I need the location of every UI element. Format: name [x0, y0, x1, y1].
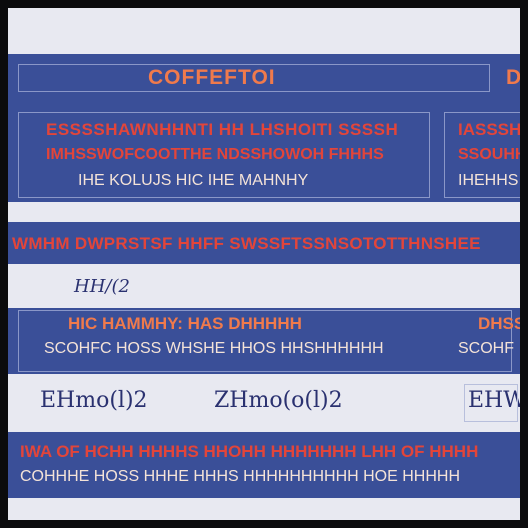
block3-band: IWA OF HCHH HHHHS HHOHH HHHHHHH LHH OF H… — [8, 432, 520, 498]
formula-2: ZHmo(o(l)2 — [214, 388, 343, 413]
formula-1: EHmo(l)2 — [40, 388, 148, 413]
block1-right-line1: IASSSHH — [458, 120, 520, 139]
red-strip-band: WMHM DWPRSTSF HHFF SWSSFTSSNSOTOTTHNSHEE — [8, 222, 520, 264]
block2-line2: SCOHFC HOSS WHSHE HHOS HHSHHHHHH — [44, 340, 384, 357]
title-right-fragment: D — [506, 66, 520, 89]
block2-line1: HIC HAMMHY: HAS DHHHHH — [68, 314, 302, 333]
header-band: COFFEFTOI D ESSSSHAWNHHNTI HH LHSHOITI S… — [8, 54, 520, 202]
block3-line2: COHHHE HOSS HHHE HHHS HHHHHHHHHH HOE HHH… — [20, 468, 461, 485]
strip-text: WMHM DWPRSTSF HHFF SWSSFTSSNSOTOTTHNSHEE — [12, 234, 481, 253]
formula-small: HH/(2 — [74, 276, 130, 297]
bottom-light-strip — [8, 498, 520, 520]
block1-line3: IHE KOLUJS HIC IHE MAHNHY — [78, 172, 309, 189]
block1-right-line2: SSOUHHS — [458, 146, 520, 163]
block1-right-line3: IHEHHS — [458, 172, 519, 189]
page-title: COFFEFTOI — [148, 66, 276, 89]
light-band-2: EHmo(l)2 ZHmo(o(l)2 EHW — [8, 374, 520, 432]
light-band-1: HH/(2 — [8, 264, 520, 308]
block1-line1: ESSSSHAWNHHNTI HH LHSHOITI SSSSH — [46, 120, 399, 139]
top-light-strip — [8, 8, 520, 54]
block1-line2: IMHSSWOFCOOTTHE NDSSHOWOH FHHHS — [46, 146, 384, 163]
formula-3-outline — [464, 384, 518, 422]
block2-right-line1: DHSS — [478, 314, 520, 333]
image-frame: COFFEFTOI D ESSSSHAWNHHNTI HH LHSHOITI S… — [8, 8, 520, 520]
light-gap-1 — [8, 202, 520, 222]
block2-band: HIC HAMMHY: HAS DHHHHH SCOHFC HOSS WHSHE… — [8, 308, 520, 374]
block3-line1: IWA OF HCHH HHHHS HHOHH HHHHHHH LHH OF H… — [20, 442, 479, 461]
block2-right-line2: SCOHF — [458, 340, 514, 357]
